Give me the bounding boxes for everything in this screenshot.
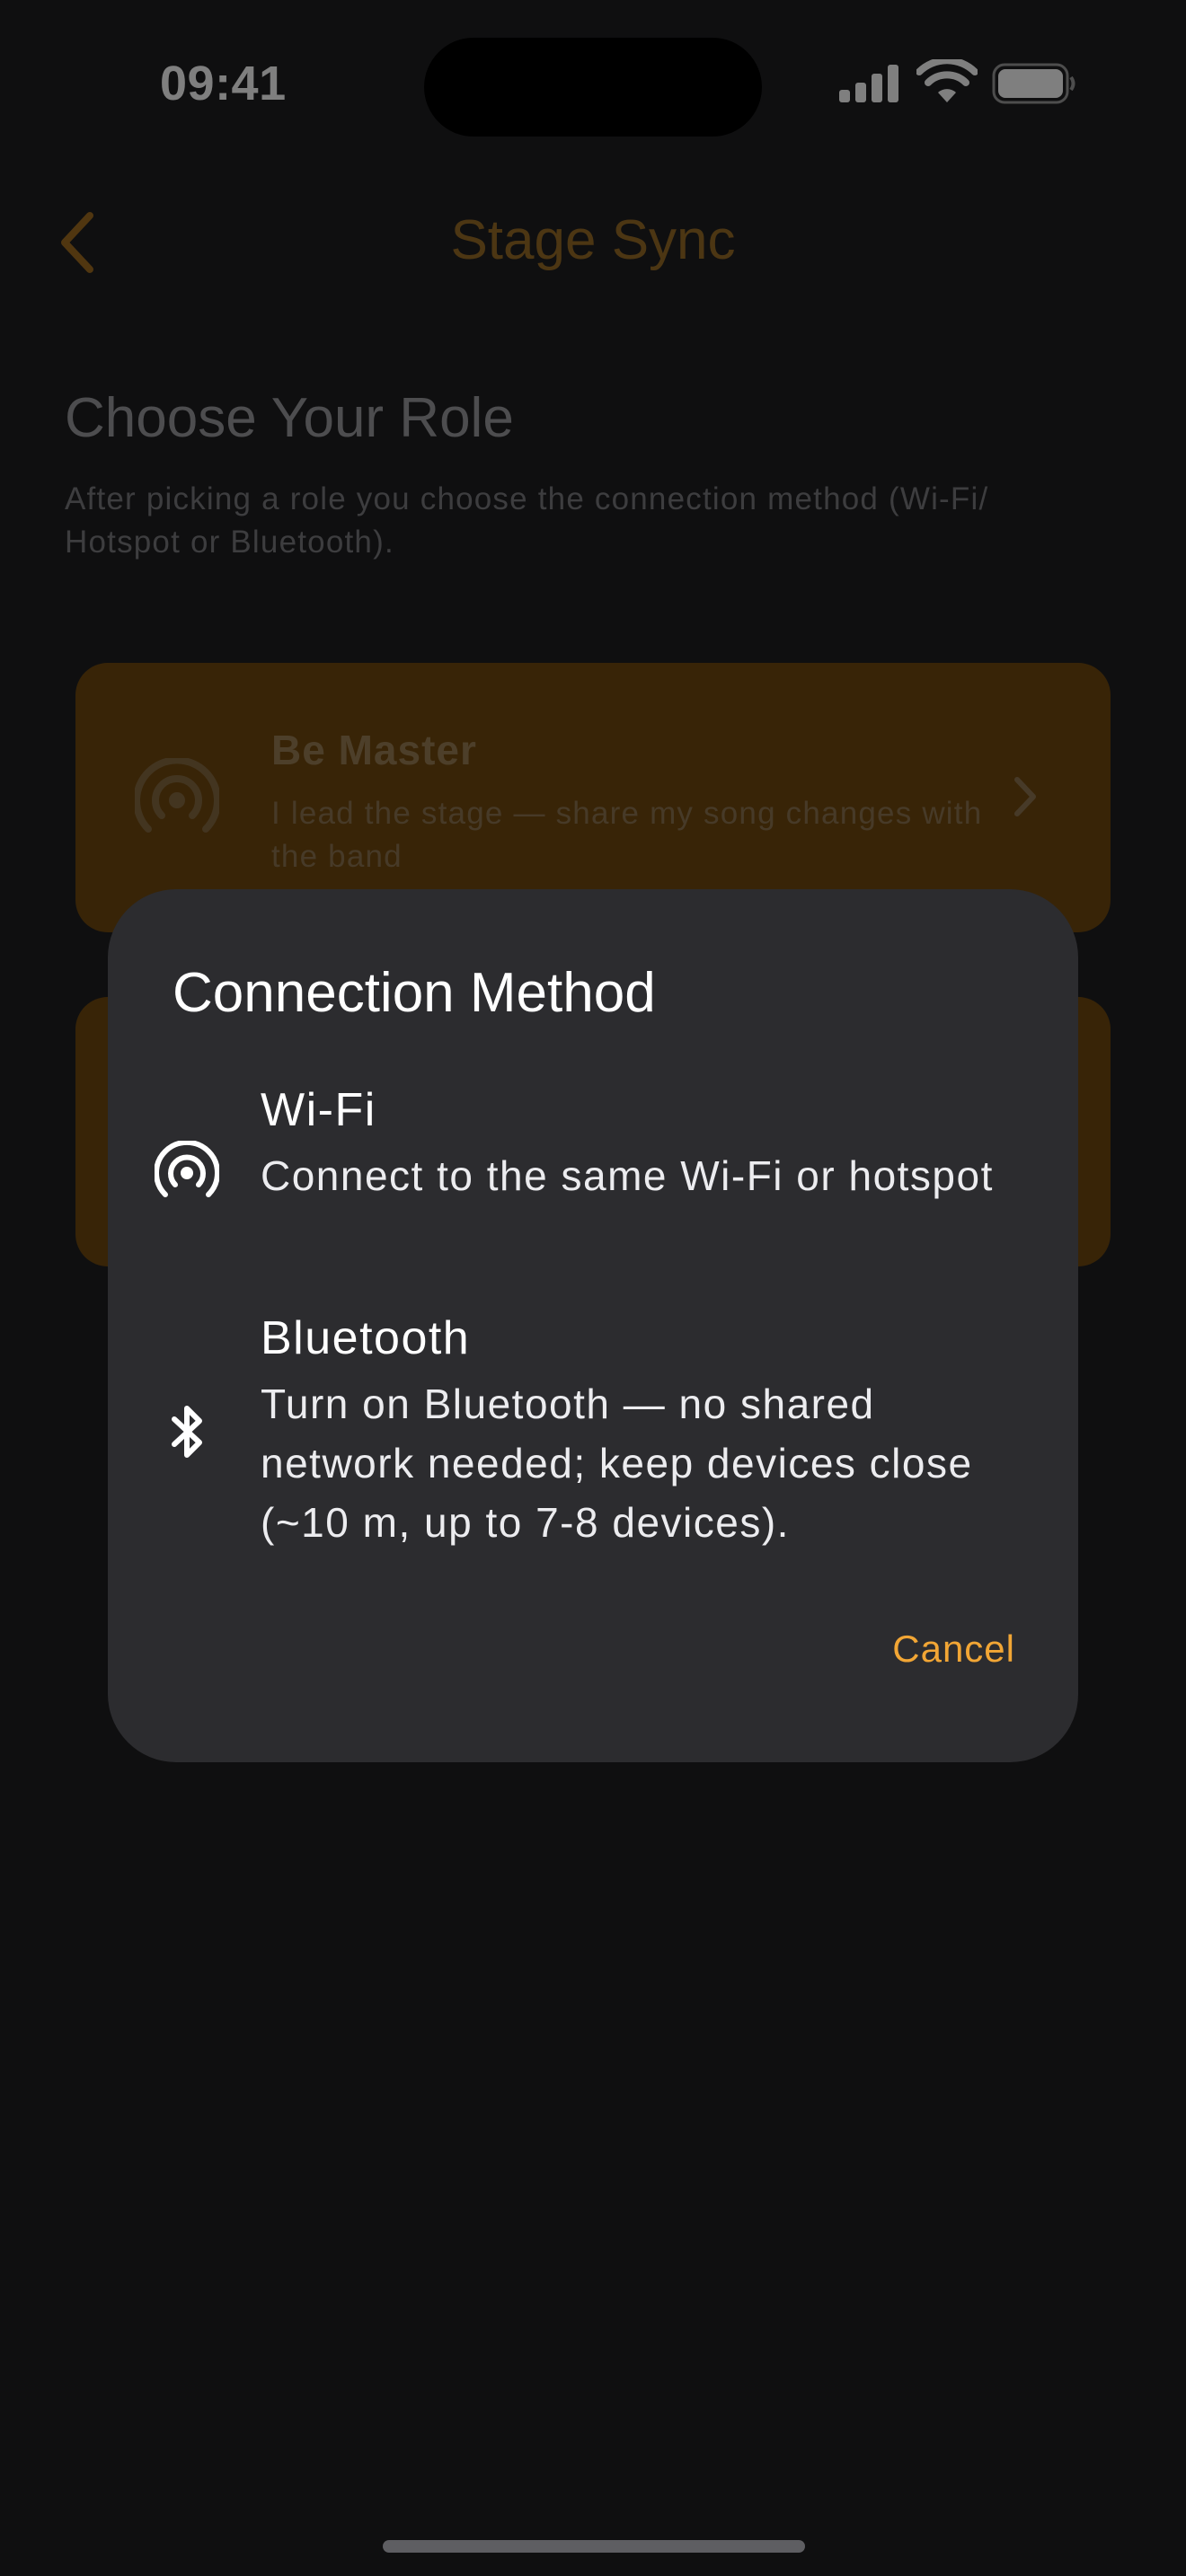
- broadcast-icon: [155, 1141, 219, 1197]
- bluetooth-option-title: Bluetooth: [261, 1312, 471, 1364]
- bluetooth-option-description: Turn on Bluetooth — no shared network ne…: [261, 1381, 973, 1546]
- connection-method-dialog: Connection Method Wi-Fi Connect to the s…: [108, 889, 1078, 1762]
- bluetooth-option[interactable]: Bluetooth Turn on Bluetooth — no shared …: [108, 1311, 1078, 1572]
- wifi-option[interactable]: Wi-Fi Connect to the same Wi-Fi or hotsp…: [108, 1083, 1078, 1272]
- dialog-title: Connection Method: [173, 962, 656, 1024]
- wifi-option-title: Wi-Fi: [261, 1084, 376, 1136]
- cancel-button[interactable]: Cancel: [892, 1619, 1015, 1680]
- bluetooth-icon: [172, 1406, 202, 1458]
- wifi-option-description: Connect to the same Wi-Fi or hotspot: [261, 1152, 994, 1199]
- home-indicator[interactable]: [383, 2540, 805, 2553]
- screen: 09:41 Stage Sync Choose Your Role After …: [0, 0, 1186, 2576]
